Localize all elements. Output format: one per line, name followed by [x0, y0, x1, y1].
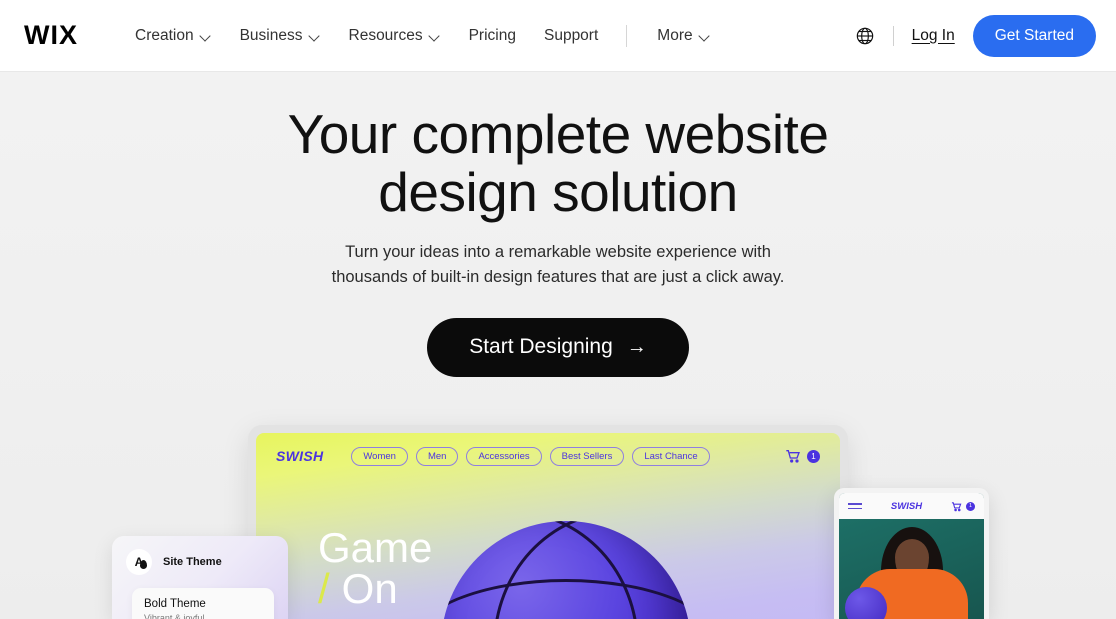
nav-label-business: Business [239, 26, 303, 44]
mobile-navbar: SWISH 1 [839, 493, 984, 519]
hamburger-menu-icon[interactable] [848, 502, 862, 510]
shopping-cart-icon [951, 501, 962, 511]
browser-screen: SWISH Women Men Accessories Best Sellers… [256, 433, 840, 619]
mockup-hero-line2: On [341, 565, 398, 613]
basketball-graphic: SWISH [441, 521, 691, 619]
shop-nav-chips: Women Men Accessories Best Sellers Last … [351, 446, 710, 466]
hero-subtitle-line1: Turn your ideas into a remarkable websit… [345, 242, 771, 261]
globe-icon[interactable] [855, 26, 875, 46]
cart-count-badge: 1 [807, 449, 820, 463]
hero-subtitle-line2: thousands of built-in design features th… [331, 268, 785, 287]
theme-panel-title: Site Theme [163, 556, 222, 568]
theme-panel-header: A Site Theme [126, 549, 274, 575]
chevron-down-icon [700, 32, 711, 39]
chevron-down-icon [201, 32, 212, 39]
swish-logo[interactable]: SWISH [276, 448, 323, 464]
mockup-shop-navbar: SWISH Women Men Accessories Best Sellers… [256, 433, 840, 479]
nav-item-business[interactable]: Business [226, 19, 335, 53]
mockup-hero-copy: Game / On [318, 524, 433, 610]
hero-subtitle: Turn your ideas into a remarkable websit… [0, 240, 1116, 291]
cta-label: Start Designing [469, 335, 613, 359]
chip-best-sellers[interactable]: Best Sellers [549, 446, 625, 466]
nav-item-support[interactable]: Support [530, 19, 612, 53]
theme-card-title: Bold Theme [144, 598, 206, 610]
mobile-hero-photo [839, 519, 984, 619]
theme-card-subtitle: Vibrant & joyful [144, 613, 205, 619]
nav-item-pricing[interactable]: Pricing [455, 19, 530, 53]
mobile-cart-count-badge: 1 [965, 501, 975, 511]
chip-accessories[interactable]: Accessories [466, 446, 542, 466]
theme-droplet-icon: A [126, 549, 152, 575]
nav-divider [626, 24, 628, 47]
cart-area[interactable]: 1 [785, 448, 820, 464]
nav-item-creation[interactable]: Creation [121, 19, 226, 53]
start-designing-button[interactable]: Start Designing → [427, 317, 689, 377]
nav-item-more[interactable]: More [643, 19, 724, 53]
chip-last-chance[interactable]: Last Chance [632, 446, 710, 466]
mobile-swish-logo[interactable]: SWISH [891, 501, 922, 512]
hero-headline-line1: Your complete website [287, 103, 829, 165]
nav-item-resources[interactable]: Resources [335, 19, 455, 53]
nav-label-support: Support [543, 26, 599, 44]
mobile-cart-area[interactable]: 1 [951, 501, 975, 512]
nav-label-pricing: Pricing [468, 26, 516, 44]
wix-logo[interactable]: WIX [24, 22, 78, 49]
header-divider [892, 25, 894, 46]
chip-women[interactable]: Women [351, 446, 408, 466]
nav-label-more: More [657, 26, 693, 44]
mobile-mockup: SWISH 1 [834, 488, 989, 619]
burger-line [848, 502, 862, 505]
arrow-right-icon: → [626, 336, 647, 359]
site-header: WIX Creation Business Resources Pricing … [0, 0, 1116, 72]
get-started-button[interactable]: Get Started [972, 14, 1096, 57]
main-navigation: Creation Business Resources Pricing Supp… [121, 19, 725, 53]
nav-label-resources: Resources [348, 26, 423, 44]
theme-card-bold[interactable]: Bold Theme Vibrant & joyful [132, 588, 274, 619]
mockup-hero-line1: Game [318, 524, 433, 571]
hero-headline-line2: design solution [378, 161, 738, 224]
nav-label-creation: Creation [135, 26, 194, 44]
hero-headline: Your complete website design solution [0, 105, 1116, 222]
slash-divider: / [318, 565, 330, 613]
chip-men[interactable]: Men [415, 446, 459, 466]
droplet-shape [140, 560, 147, 569]
header-actions: Log In Get Started [855, 14, 1096, 57]
shopping-cart-icon [786, 450, 800, 463]
mobile-screen: SWISH 1 [839, 493, 984, 619]
log-in-link[interactable]: Log In [912, 27, 955, 45]
browser-mockup: SWISH Women Men Accessories Best Sellers… [248, 425, 848, 619]
hero-section: Your complete website design solution Tu… [0, 72, 1116, 377]
site-theme-panel[interactable]: A Site Theme Bold Theme Vibrant & joyful [112, 536, 288, 619]
chevron-down-icon [430, 32, 441, 39]
landing-page: WIX Creation Business Resources Pricing … [0, 0, 1116, 619]
chevron-down-icon [310, 32, 321, 39]
mockup-hero-line2-wrap: / On [318, 568, 432, 610]
burger-line [848, 507, 862, 510]
